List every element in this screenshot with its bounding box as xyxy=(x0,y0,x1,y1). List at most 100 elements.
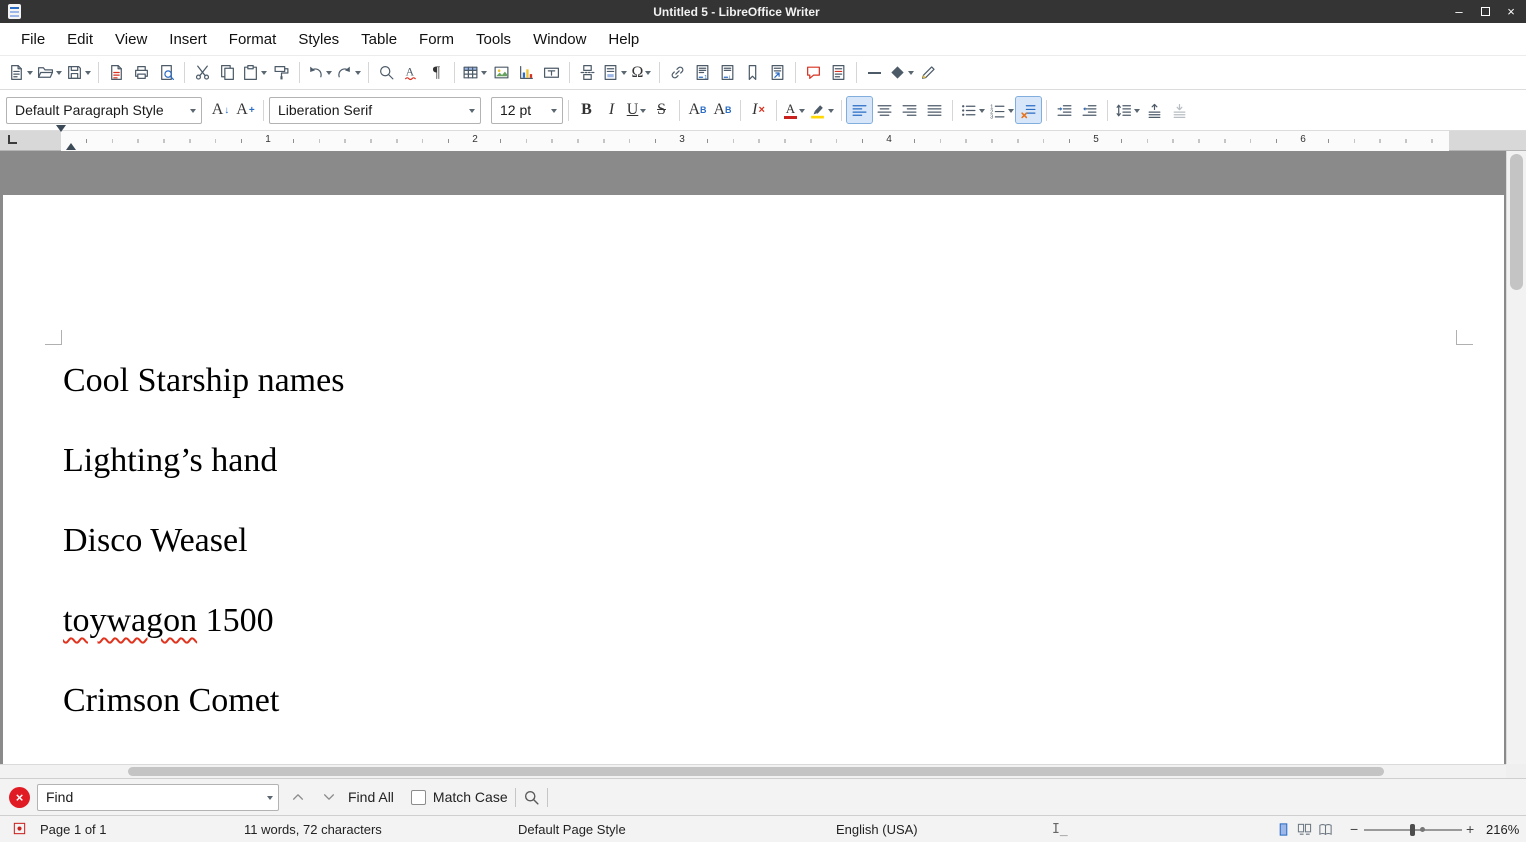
vertical-scrollbar[interactable] xyxy=(1506,151,1526,764)
ordered-list-button[interactable] xyxy=(987,97,1016,123)
paragraph[interactable]: toywagon 1500 xyxy=(63,601,1480,641)
clear-formatting-button[interactable]: I× xyxy=(746,97,771,123)
highlight-color-button[interactable] xyxy=(807,97,836,123)
document-page[interactable]: Cool Starship names Lighting’s hand Disc… xyxy=(3,195,1504,764)
align-left-button[interactable] xyxy=(847,97,872,123)
open-button[interactable] xyxy=(35,60,64,86)
insert-hyperlink-button[interactable] xyxy=(665,60,690,86)
insert-page-break-button[interactable] xyxy=(575,60,600,86)
new-style-button[interactable]: A+ xyxy=(233,97,258,123)
bold-button[interactable]: B xyxy=(574,97,599,123)
line-spacing-button[interactable] xyxy=(1113,97,1142,123)
insert-cross-reference-button[interactable] xyxy=(765,60,790,86)
track-changes-button[interactable] xyxy=(826,60,851,86)
zoom-percent[interactable]: 216% xyxy=(1486,822,1519,837)
underline-button[interactable]: U xyxy=(624,97,649,123)
superscript-button[interactable]: AB xyxy=(685,97,710,123)
horizontal-scrollbar-thumb[interactable] xyxy=(128,767,1384,776)
insert-line-button[interactable] xyxy=(862,60,887,86)
new-document-button[interactable] xyxy=(6,60,35,86)
update-style-button[interactable]: A↓ xyxy=(208,97,233,123)
align-right-button[interactable] xyxy=(897,97,922,123)
insert-special-character-button[interactable]: Ω xyxy=(629,60,654,86)
tab-stop-type-icon[interactable] xyxy=(8,135,17,144)
insert-comment-button[interactable] xyxy=(801,60,826,86)
menu-insert[interactable]: Insert xyxy=(158,25,218,54)
left-indent-marker[interactable] xyxy=(56,132,76,143)
find-next-button[interactable] xyxy=(317,785,341,809)
document-text[interactable]: Cool Starship names Lighting’s hand Disc… xyxy=(63,343,1480,761)
zoom-slider[interactable] xyxy=(1364,829,1462,831)
redo-button[interactable] xyxy=(334,60,363,86)
menu-file[interactable]: File xyxy=(10,25,56,54)
insert-field-button[interactable] xyxy=(600,60,629,86)
decrease-paragraph-spacing-button[interactable] xyxy=(1167,97,1192,123)
italic-button[interactable]: I xyxy=(599,97,624,123)
align-center-button[interactable] xyxy=(872,97,897,123)
formatting-marks-button[interactable]: ¶ xyxy=(424,60,449,86)
subscript-button[interactable]: AB xyxy=(710,97,735,123)
paragraph[interactable]: Disco Weasel xyxy=(63,521,1480,561)
decrease-indent-button[interactable] xyxy=(1077,97,1102,123)
no-list-button[interactable] xyxy=(1016,97,1041,123)
paragraph[interactable]: Crimson Comet xyxy=(63,681,1480,721)
close-button[interactable]: × xyxy=(1504,5,1518,19)
paragraph[interactable]: Cool Starship names xyxy=(63,361,1480,401)
title-bar[interactable]: Untitled 5 - LibreOffice Writer – × xyxy=(0,0,1526,23)
increase-paragraph-spacing-button[interactable] xyxy=(1142,97,1167,123)
paragraph-text[interactable]: 1500 xyxy=(197,602,274,639)
menu-edit[interactable]: Edit xyxy=(56,25,104,54)
insert-chart-button[interactable] xyxy=(514,60,539,86)
insert-footnote-button[interactable] xyxy=(690,60,715,86)
document-area[interactable]: Cool Starship names Lighting’s hand Disc… xyxy=(0,151,1526,778)
cut-button[interactable] xyxy=(190,60,215,86)
vertical-scrollbar-thumb[interactable] xyxy=(1510,154,1523,290)
print-button[interactable] xyxy=(129,60,154,86)
find-combobox[interactable] xyxy=(37,784,279,811)
zoom-in-button[interactable]: + xyxy=(1466,821,1474,837)
increase-indent-button[interactable] xyxy=(1052,97,1077,123)
menu-view[interactable]: View xyxy=(104,25,158,54)
paragraph[interactable]: Lighting’s hand xyxy=(63,441,1480,481)
print-preview-button[interactable] xyxy=(154,60,179,86)
menu-format[interactable]: Format xyxy=(218,25,288,54)
misspelled-word[interactable]: toywagon xyxy=(63,602,197,639)
clone-formatting-button[interactable] xyxy=(269,60,294,86)
insert-bookmark-button[interactable] xyxy=(740,60,765,86)
menu-window[interactable]: Window xyxy=(522,25,597,54)
close-find-bar-button[interactable]: × xyxy=(9,787,30,808)
page-number-status[interactable]: Page 1 of 1 xyxy=(40,822,107,837)
menu-styles[interactable]: Styles xyxy=(287,25,350,54)
find-replace-button[interactable] xyxy=(374,60,399,86)
export-pdf-button[interactable] xyxy=(104,60,129,86)
find-all-button[interactable]: Find All xyxy=(348,789,394,805)
match-case-checkbox[interactable] xyxy=(411,790,426,805)
show-draw-functions-button[interactable] xyxy=(916,60,941,86)
single-page-view-icon[interactable] xyxy=(1276,822,1291,837)
find-and-replace-button[interactable] xyxy=(523,789,540,806)
font-name-combobox[interactable]: Liberation Serif xyxy=(269,97,481,124)
insert-textbox-button[interactable] xyxy=(539,60,564,86)
menu-table[interactable]: Table xyxy=(350,25,408,54)
menu-tools[interactable]: Tools xyxy=(465,25,522,54)
strikethrough-button[interactable]: S xyxy=(649,97,674,123)
selection-mode-status[interactable]: I_ xyxy=(1052,822,1068,837)
word-count-status[interactable]: 11 words, 72 characters xyxy=(244,822,382,837)
zoom-slider-handle[interactable] xyxy=(1410,824,1415,836)
horizontal-scrollbar[interactable] xyxy=(0,764,1506,778)
book-view-icon[interactable] xyxy=(1318,822,1333,837)
insert-table-button[interactable] xyxy=(460,60,489,86)
find-previous-button[interactable] xyxy=(286,785,310,809)
search-input[interactable] xyxy=(46,789,261,805)
save-button[interactable] xyxy=(64,60,93,86)
basic-shapes-button[interactable] xyxy=(887,60,916,86)
language-status[interactable]: English (USA) xyxy=(836,822,918,837)
paragraph-style-combobox[interactable]: Default Paragraph Style xyxy=(6,97,202,124)
font-size-combobox[interactable]: 12 pt xyxy=(491,97,563,124)
menu-form[interactable]: Form xyxy=(408,25,465,54)
unordered-list-button[interactable] xyxy=(958,97,987,123)
horizontal-ruler[interactable]: 1 2 3 4 5 6 xyxy=(0,131,1526,151)
restore-button[interactable] xyxy=(1478,5,1492,19)
page-style-status[interactable]: Default Page Style xyxy=(518,822,626,837)
insert-endnote-button[interactable] xyxy=(715,60,740,86)
